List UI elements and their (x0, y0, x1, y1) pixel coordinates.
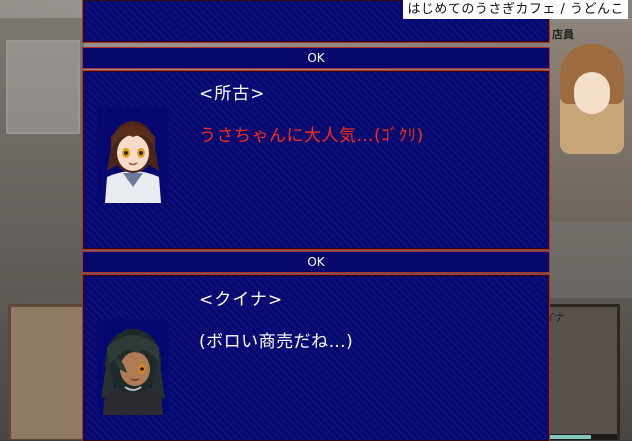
cafe-window (6, 40, 80, 134)
dialogue-panel: <所古> うさちゃんに大人気…(ｺﾞｸﾘ) (82, 70, 550, 250)
ok-button[interactable]: OK (82, 47, 550, 69)
dialogue-log[interactable]: OK <所古> うさちゃんに大人気…(ｺﾞｸﾘ) OK <クイナ> (ボロい商売… (82, 0, 550, 441)
game-title: はじめてのうさぎカフェ / うどんこ (403, 0, 628, 19)
staff-portrait (560, 44, 624, 154)
speaker-name: <クイナ> (199, 290, 284, 310)
dialogue-panel: <クイナ> (ボロい商売だね…) (82, 274, 550, 441)
speaker-name: <所古> (199, 84, 266, 104)
character-portrait-tokoro (97, 107, 169, 203)
character-portrait-kuina (97, 319, 169, 415)
ok-button[interactable]: OK (82, 251, 550, 273)
dialogue-text: (ボロい商売だね…) (199, 332, 354, 352)
staff-label: 店員 (552, 28, 574, 41)
staff-portrait-frame: 店員 (550, 22, 632, 222)
dialogue-text: うさちゃんに大人気…(ｺﾞｸﾘ) (199, 126, 424, 146)
